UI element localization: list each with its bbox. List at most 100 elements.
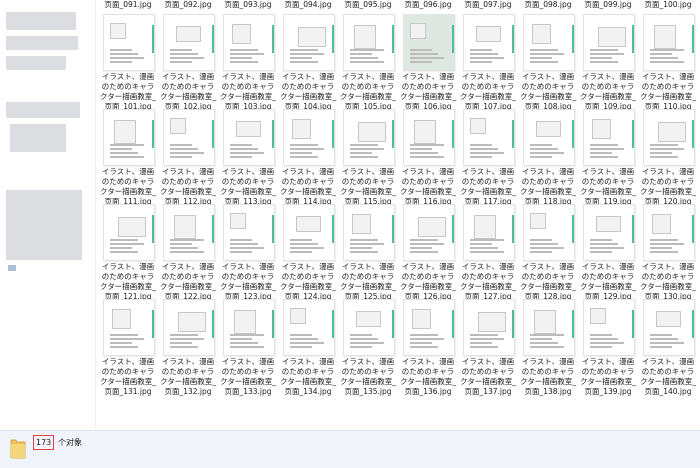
thumbnail-image[interactable] bbox=[163, 204, 215, 261]
file-item[interactable]: イラスト、漫画 のためのキャラ クター描画教室_ 页面_137.jpg bbox=[458, 299, 518, 396]
blurred-nav-item[interactable] bbox=[6, 36, 78, 50]
file-item[interactable]: イラスト、漫画 のためのキャラ クター描画教室_ 页面_123.jpg bbox=[218, 204, 278, 301]
blurred-nav-item[interactable] bbox=[6, 56, 66, 70]
thumbnail-image[interactable] bbox=[523, 109, 575, 166]
file-label[interactable]: 页面_098.jpg bbox=[518, 0, 578, 10]
file-label[interactable]: 页面_091.jpg bbox=[98, 0, 158, 10]
file-label[interactable]: 页面_097.jpg bbox=[458, 0, 518, 10]
file-item[interactable]: イラスト、漫画 のためのキャラ クター描画教室_ 页面_116.jpg bbox=[398, 109, 458, 206]
file-item[interactable]: イラスト、漫画 のためのキャラ クター描画教室_ 页面_103.jpg bbox=[218, 14, 278, 111]
file-item[interactable]: イラスト、漫画 のためのキャラ クター描画教室_ 页面_131.jpg bbox=[98, 299, 158, 396]
file-item[interactable]: イラスト、漫画 のためのキャラ クター描画教室_ 页面_110.jpg bbox=[638, 14, 698, 111]
file-item[interactable]: イラスト、漫画 のためのキャラ クター描画教室_ 页面_114.jpg bbox=[278, 109, 338, 206]
file-item[interactable]: イラスト、漫画 のためのキャラ クター描画教室_ 页面_117.jpg bbox=[458, 109, 518, 206]
file-item[interactable]: イラスト、漫画 のためのキャラ クター描画教室_ 页面_129.jpg bbox=[578, 204, 638, 301]
file-item[interactable]: イラスト、漫画 のためのキャラ クター描画教室_ 页面_107.jpg bbox=[458, 14, 518, 111]
file-label[interactable]: 页面_093.jpg bbox=[218, 0, 278, 10]
file-item[interactable]: イラスト、漫画 のためのキャラ クター描画教室_ 页面_113.jpg bbox=[218, 109, 278, 206]
file-item[interactable]: イラスト、漫画 のためのキャラ クター描画教室_ 页面_134.jpg bbox=[278, 299, 338, 396]
file-item[interactable]: イラスト、漫画 のためのキャラ クター描画教室_ 页面_101.jpg bbox=[98, 14, 158, 111]
file-item[interactable]: イラスト、漫画 のためのキャラ クター描画教室_ 页面_122.jpg bbox=[158, 204, 218, 301]
file-item[interactable]: イラスト、漫画 のためのキャラ クター描画教室_ 页面_128.jpg bbox=[518, 204, 578, 301]
thumbnail-image[interactable] bbox=[103, 109, 155, 166]
file-item[interactable]: イラスト、漫画 のためのキャラ クター描画教室_ 页面_104.jpg bbox=[278, 14, 338, 111]
file-item[interactable]: イラスト、漫画 のためのキャラ クター描画教室_ 页面_140.jpg bbox=[638, 299, 698, 396]
file-item[interactable]: イラスト、漫画 のためのキャラ クター描画教室_ 页面_108.jpg bbox=[518, 14, 578, 111]
thumbnail-image[interactable] bbox=[643, 109, 695, 166]
thumbnail-image[interactable] bbox=[403, 204, 455, 261]
file-item[interactable]: イラスト、漫画 のためのキャラ クター描画教室_ 页面_112.jpg bbox=[158, 109, 218, 206]
thumbnail-image[interactable] bbox=[163, 14, 215, 71]
thumbnail-image[interactable] bbox=[523, 14, 575, 71]
thumbnail-image[interactable] bbox=[403, 14, 455, 71]
thumbnail-image[interactable] bbox=[523, 204, 575, 261]
thumbnail-image[interactable] bbox=[403, 109, 455, 166]
file-item[interactable]: イラスト、漫画 のためのキャラ クター描画教室_ 页面_133.jpg bbox=[218, 299, 278, 396]
thumbnail-image[interactable] bbox=[103, 204, 155, 261]
thumbnail-image[interactable] bbox=[223, 299, 275, 356]
thumbnail-image[interactable] bbox=[403, 299, 455, 356]
thumbnail-image[interactable] bbox=[463, 299, 515, 356]
thumbnail-image[interactable] bbox=[643, 14, 695, 71]
thumbnail-image[interactable] bbox=[283, 14, 335, 71]
thumbnail-image[interactable] bbox=[463, 109, 515, 166]
blurred-nav-item[interactable] bbox=[6, 12, 76, 30]
blurred-nav-item[interactable] bbox=[8, 265, 16, 271]
file-item[interactable]: イラスト、漫画 のためのキャラ クター描画教室_ 页面_111.jpg bbox=[98, 109, 158, 206]
file-item[interactable]: イラスト、漫画 のためのキャラ クター描画教室_ 页面_120.jpg bbox=[638, 109, 698, 206]
thumbnail-image[interactable] bbox=[343, 204, 395, 261]
file-item[interactable]: イラスト、漫画 のためのキャラ クター描画教室_ 页面_102.jpg bbox=[158, 14, 218, 111]
blurred-nav-item[interactable] bbox=[10, 124, 66, 152]
thumbnail-image[interactable] bbox=[463, 204, 515, 261]
file-item[interactable]: イラスト、漫画 のためのキャラ クター描画教室_ 页面_105.jpg bbox=[338, 14, 398, 111]
thumbnail-image[interactable] bbox=[103, 299, 155, 356]
file-item[interactable]: イラスト、漫画 のためのキャラ クター描画教室_ 页面_139.jpg bbox=[578, 299, 638, 396]
thumbnail-image[interactable] bbox=[583, 299, 635, 356]
thumbnail-image[interactable] bbox=[463, 14, 515, 71]
file-item[interactable]: イラスト、漫画 のためのキャラ クター描画教室_ 页面_118.jpg bbox=[518, 109, 578, 206]
thumbnail-image[interactable] bbox=[163, 299, 215, 356]
thumbnail-image[interactable] bbox=[343, 14, 395, 71]
navigation-pane[interactable] bbox=[0, 0, 96, 430]
file-label[interactable]: 页面_095.jpg bbox=[338, 0, 398, 10]
blurred-nav-item[interactable] bbox=[6, 190, 82, 260]
file-item[interactable]: イラスト、漫画 のためのキャラ クター描画教室_ 页面_125.jpg bbox=[338, 204, 398, 301]
thumbnail-image[interactable] bbox=[283, 204, 335, 261]
thumbnail-image[interactable] bbox=[103, 14, 155, 71]
thumbnail-image[interactable] bbox=[583, 109, 635, 166]
file-label[interactable]: 页面_099.jpg bbox=[578, 0, 638, 10]
file-item[interactable]: イラスト、漫画 のためのキャラ クター描画教室_ 页面_130.jpg bbox=[638, 204, 698, 301]
file-item[interactable]: イラスト、漫画 のためのキャラ クター描画教室_ 页面_124.jpg bbox=[278, 204, 338, 301]
file-item[interactable]: イラスト、漫画 のためのキャラ クター描画教室_ 页面_119.jpg bbox=[578, 109, 638, 206]
thumbnail-image[interactable] bbox=[163, 109, 215, 166]
thumbnail-image[interactable] bbox=[283, 109, 335, 166]
file-item[interactable]: イラスト、漫画 のためのキャラ クター描画教室_ 页面_109.jpg bbox=[578, 14, 638, 111]
file-item[interactable]: イラスト、漫画 のためのキャラ クター描画教室_ 页面_106.jpg bbox=[398, 14, 458, 111]
file-label[interactable]: 页面_096.jpg bbox=[398, 0, 458, 10]
thumbnail-image[interactable] bbox=[223, 204, 275, 261]
thumbnail-image[interactable] bbox=[583, 14, 635, 71]
file-item[interactable]: イラスト、漫画 のためのキャラ クター描画教室_ 页面_138.jpg bbox=[518, 299, 578, 396]
file-item[interactable]: イラスト、漫画 のためのキャラ クター描画教室_ 页面_135.jpg bbox=[338, 299, 398, 396]
thumbnail-image[interactable] bbox=[643, 204, 695, 261]
file-label[interactable]: 页面_100.jpg bbox=[638, 0, 698, 10]
file-item[interactable]: イラスト、漫画 のためのキャラ クター描画教室_ 页面_132.jpg bbox=[158, 299, 218, 396]
blurred-nav-item[interactable] bbox=[6, 102, 80, 118]
file-item[interactable]: イラスト、漫画 のためのキャラ クター描画教室_ 页面_115.jpg bbox=[338, 109, 398, 206]
file-item[interactable]: イラスト、漫画 のためのキャラ クター描画教室_ 页面_127.jpg bbox=[458, 204, 518, 301]
file-label[interactable]: 页面_094.jpg bbox=[278, 0, 338, 10]
thumbnail-image[interactable] bbox=[223, 14, 275, 71]
file-label[interactable]: 页面_092.jpg bbox=[158, 0, 218, 10]
thumbnail-image[interactable] bbox=[583, 204, 635, 261]
thumbnail-image[interactable] bbox=[343, 109, 395, 166]
file-item[interactable]: イラスト、漫画 のためのキャラ クター描画教室_ 页面_126.jpg bbox=[398, 204, 458, 301]
file-item[interactable]: イラスト、漫画 のためのキャラ クター描画教室_ 页面_121.jpg bbox=[98, 204, 158, 301]
file-name-line: 页面_134.jpg bbox=[284, 387, 332, 396]
thumbnail-image[interactable] bbox=[523, 299, 575, 356]
thumbnail-image[interactable] bbox=[643, 299, 695, 356]
file-item[interactable]: イラスト、漫画 のためのキャラ クター描画教室_ 页面_136.jpg bbox=[398, 299, 458, 396]
thumbnail-image[interactable] bbox=[283, 299, 335, 356]
file-name-line: イラスト、漫画 bbox=[161, 72, 215, 81]
thumbnail-image[interactable] bbox=[223, 109, 275, 166]
thumbnail-image[interactable] bbox=[343, 299, 395, 356]
